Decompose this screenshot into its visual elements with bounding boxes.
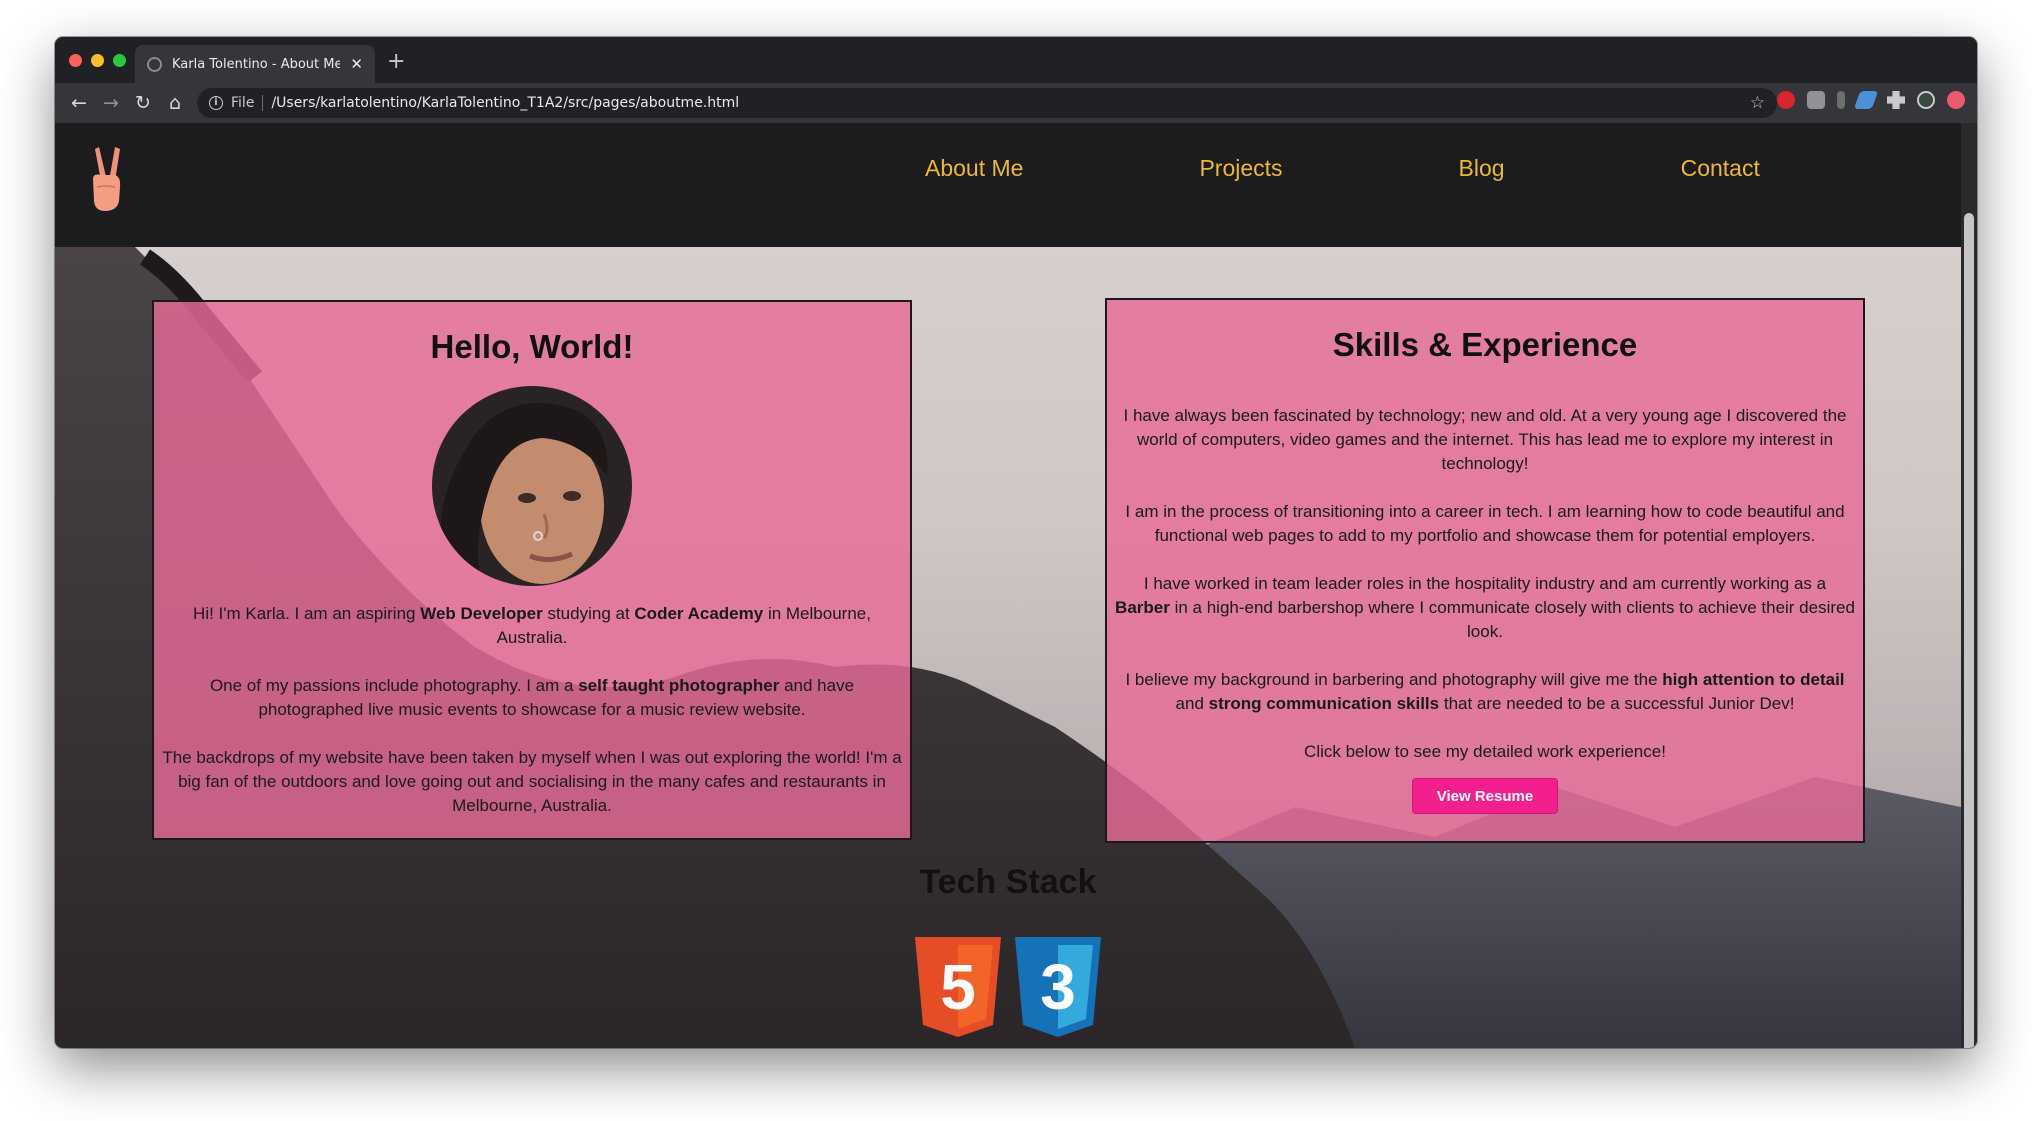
background-highlight-attention: high attention to detail [1662, 670, 1845, 689]
intro-text: studying at [542, 604, 635, 623]
intro-coder-academy: Coder Academy [634, 604, 764, 623]
tech-stack-title: Tech Stack [919, 863, 1097, 901]
hello-card: Hello, World! Hi! I'm Karla. I am an asp… [152, 300, 912, 840]
transition-paragraph: I am in the process of transitioning int… [1125, 502, 1845, 545]
new-tab-button[interactable]: + [387, 49, 405, 74]
extension-red-icon[interactable] [1777, 91, 1795, 109]
scrollbar-thumb[interactable] [1964, 213, 1974, 1048]
globe-icon [147, 56, 162, 72]
hero-backdrop: Hello, World! Hi! I'm Karla. I am an asp… [55, 247, 1961, 1048]
url-scheme: File [231, 95, 255, 111]
extension-grey-icon[interactable] [1807, 91, 1825, 109]
peace-hand-icon[interactable] [85, 143, 125, 213]
fascination-paragraph: I have always been fascinated by technol… [1123, 406, 1847, 473]
profile-photo [432, 386, 632, 586]
intro-web-developer: Web Developer [420, 604, 543, 623]
backdrops-paragraph: The backdrops of my website have been ta… [162, 748, 902, 815]
site-header: About Me Projects Blog Contact [55, 123, 1961, 247]
home-icon[interactable]: ⌂ [159, 92, 191, 114]
extension-blue-icon[interactable] [1853, 91, 1879, 109]
puzzle-icon[interactable] [1887, 91, 1905, 109]
back-icon[interactable]: ← [63, 92, 95, 114]
nav-projects[interactable]: Projects [1199, 155, 1282, 182]
css-label: CSS [1042, 1039, 1074, 1048]
url-text[interactable]: /Users/karlatolentino/KarlaTolentino_T1A… [271, 95, 739, 111]
extension-pink-icon[interactable] [1947, 91, 1965, 109]
view-resume-button[interactable]: View Resume [1412, 778, 1558, 814]
maximize-window-button[interactable] [113, 54, 126, 67]
window-controls [69, 54, 126, 67]
background-text: I believe my background in barbering and… [1125, 670, 1663, 689]
site-navigation: About Me Projects Blog Contact [925, 155, 1760, 182]
photography-highlight: self taught photographer [578, 676, 780, 695]
background-text: that are needed to be a successful Junio… [1439, 694, 1795, 713]
forward-icon[interactable]: → [95, 92, 127, 114]
css3-icon: 3 [1015, 937, 1101, 1037]
html5-icon: 5 [915, 937, 1001, 1037]
background-paragraph: I believe my background in barbering and… [1115, 668, 1855, 716]
html-item: 5 HTML [915, 937, 1001, 1048]
css-item: 3 CSS [1015, 937, 1101, 1048]
photography-text: One of my passions include photography. … [209, 676, 579, 695]
photography-paragraph: One of my passions include photography. … [162, 674, 902, 722]
close-tab-icon[interactable]: ✕ [350, 55, 363, 73]
tab-title: Karla Tolentino - About Me [172, 56, 341, 72]
background-highlight-communication: strong communication skills [1208, 694, 1440, 713]
html-badge: 5 [940, 951, 976, 1023]
portrait-image [432, 386, 632, 586]
page-scrollbar[interactable] [1961, 123, 1977, 1048]
extension-small-icon[interactable] [1837, 91, 1845, 109]
close-window-button[interactable] [69, 54, 82, 67]
css-badge: 3 [1040, 951, 1076, 1023]
minimize-window-button[interactable] [91, 54, 104, 67]
address-bar[interactable]: i File /Users/karlatolentino/KarlaTolent… [197, 88, 1777, 118]
browser-window: Karla Tolentino - About Me ✕ + ← → ↻ ⌂ i… [55, 37, 1977, 1048]
hello-title: Hello, World! [430, 328, 634, 365]
skills-title: Skills & Experience [1332, 326, 1638, 363]
info-icon[interactable]: i [209, 96, 223, 110]
nav-blog[interactable]: Blog [1459, 155, 1505, 182]
reload-icon[interactable]: ↻ [127, 92, 159, 114]
nav-contact[interactable]: Contact [1681, 155, 1760, 182]
bookmark-star-icon[interactable]: ☆ [1750, 93, 1765, 113]
browser-toolbar: ← → ↻ ⌂ i File /Users/karlatolentino/Kar… [55, 83, 1977, 123]
extensions-area [1777, 91, 1965, 109]
experience-text: in a high-end barbershop where I communi… [1169, 598, 1855, 641]
resume-prompt: Click below to see my detailed work expe… [1304, 742, 1666, 761]
background-text: and [1175, 694, 1209, 713]
intro-paragraph: Hi! I'm Karla. I am an aspiring Web Deve… [162, 602, 902, 650]
experience-text: I have worked in team leader roles in th… [1143, 574, 1827, 593]
title-bar: Karla Tolentino - About Me ✕ + [55, 37, 1977, 83]
divider [262, 95, 264, 111]
html-label: HTML [937, 1039, 979, 1048]
skills-card: Skills & Experience I have always been f… [1105, 298, 1865, 843]
intro-text: Hi! I'm Karla. I am an aspiring [193, 604, 421, 623]
browser-tab[interactable]: Karla Tolentino - About Me ✕ [135, 45, 375, 83]
experience-barber: Barber [1115, 598, 1170, 617]
experience-paragraph: I have worked in team leader roles in th… [1115, 572, 1855, 644]
nav-about-me[interactable]: About Me [925, 155, 1023, 182]
profile-avatar-icon[interactable] [1917, 91, 1935, 109]
tech-stack-icons: 5 HTML 3 CSS [915, 937, 1101, 1048]
page-viewport: About Me Projects Blog Contact Hello, Wo… [55, 123, 1961, 1048]
